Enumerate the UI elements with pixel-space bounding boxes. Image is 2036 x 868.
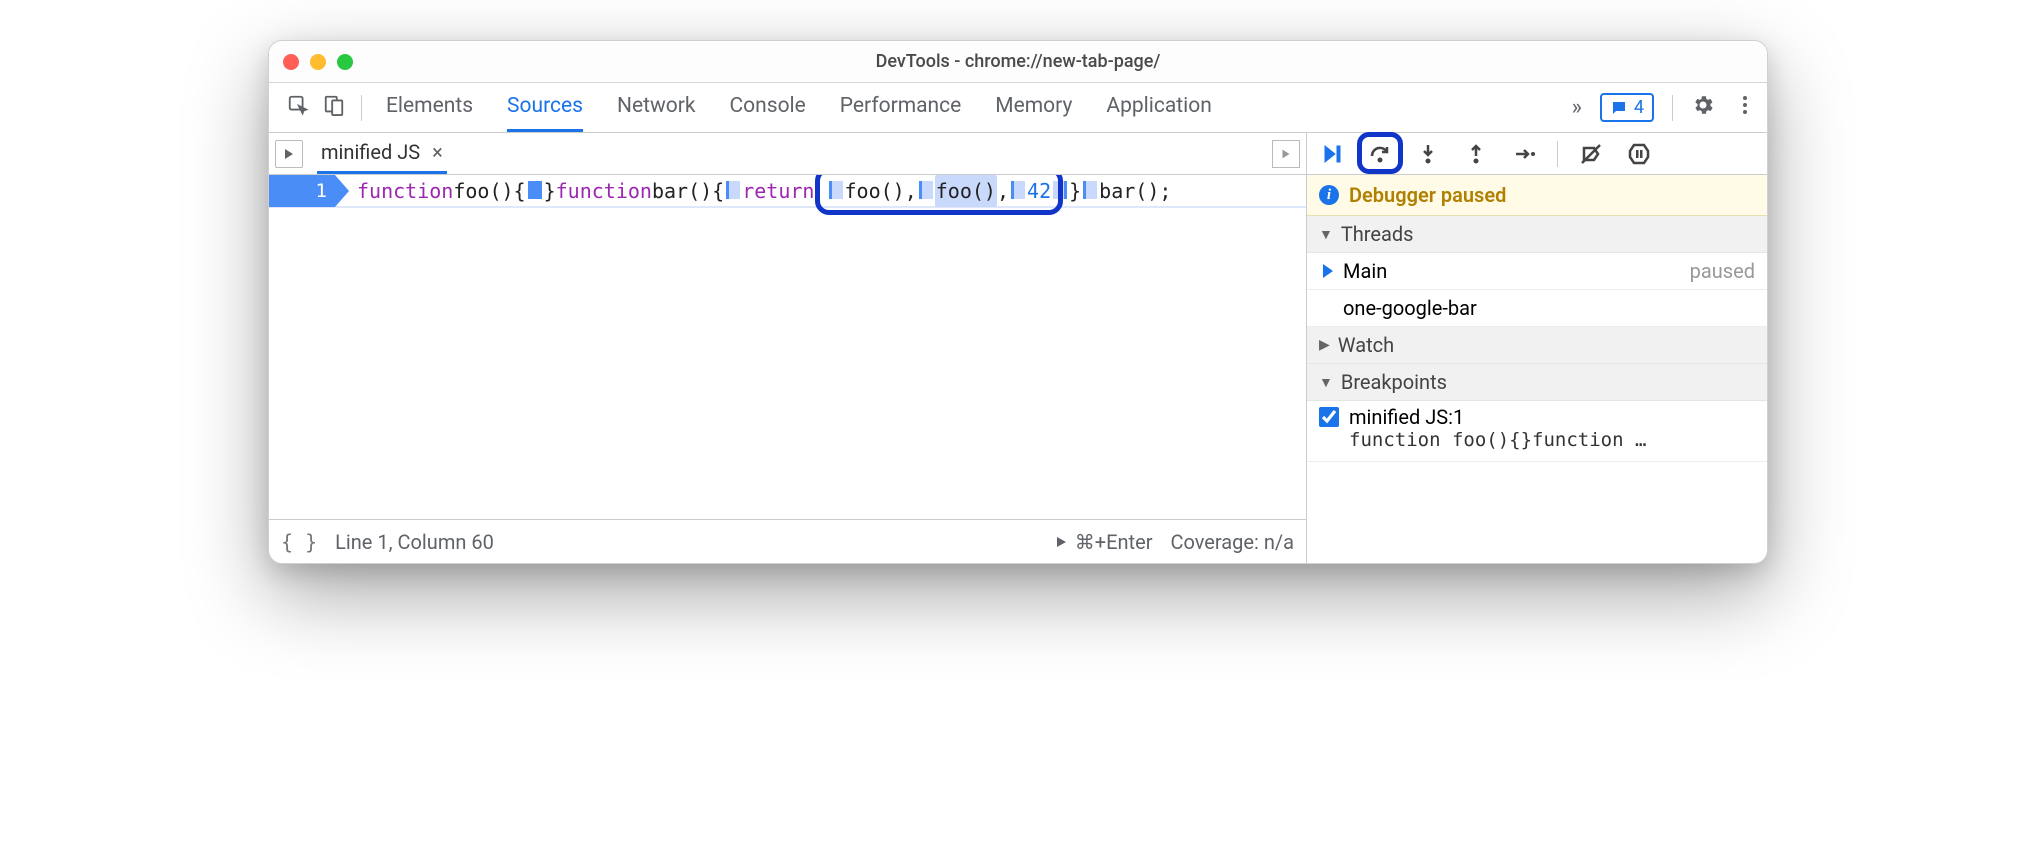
- window-controls: [283, 54, 353, 70]
- line-number[interactable]: 1: [269, 175, 335, 207]
- debugger-panel: i Debugger paused ▼ Threads Main paused …: [1307, 133, 1767, 563]
- tab-performance[interactable]: Performance: [840, 83, 961, 132]
- thread-name: Main: [1343, 259, 1387, 283]
- tab-sources[interactable]: Sources: [507, 83, 583, 132]
- step-marker-icon: [726, 181, 740, 199]
- watch-section-header[interactable]: ▶ Watch: [1307, 327, 1767, 364]
- panel-tabs: Elements Sources Network Console Perform…: [386, 83, 1212, 132]
- inspect-icon[interactable]: [287, 94, 309, 121]
- zoom-window-button[interactable]: [337, 54, 353, 70]
- threads-section-header[interactable]: ▼ Threads: [1307, 216, 1767, 253]
- token-brace: }: [544, 175, 556, 207]
- sources-panel: minified JS × 1 function foo(){}function…: [269, 133, 1307, 563]
- disclosure-triangle-icon: ▼: [1319, 226, 1333, 243]
- issues-count: 4: [1634, 97, 1644, 118]
- debugger-paused-banner: i Debugger paused: [1307, 175, 1767, 216]
- code-line-1: function foo(){}function bar(){return fo…: [357, 175, 1171, 207]
- navigator-toggle-button[interactable]: [275, 140, 303, 168]
- tab-network[interactable]: Network: [617, 83, 696, 132]
- pause-on-exceptions-button[interactable]: [1624, 139, 1654, 169]
- devtools-window: DevTools - chrome://new-tab-page/ Elemen…: [268, 40, 1768, 564]
- breakpoint-snippet: function foo(){}function …: [1319, 429, 1755, 451]
- device-toolbar-icon[interactable]: [323, 94, 345, 121]
- debugger-toolbar: [1307, 133, 1767, 175]
- tab-elements[interactable]: Elements: [386, 83, 473, 132]
- watch-section-label: Watch: [1338, 333, 1394, 357]
- run-hint: ⌘+Enter: [1053, 530, 1153, 554]
- token-comma: ,: [905, 175, 917, 207]
- step-over-button[interactable]: [1365, 139, 1395, 169]
- settings-icon[interactable]: [1691, 93, 1715, 122]
- deactivate-breakpoints-button[interactable]: [1576, 139, 1606, 169]
- token-call-foo: foo(): [935, 175, 997, 207]
- breakpoint-checkbox[interactable]: [1319, 407, 1339, 427]
- thread-status: paused: [1690, 259, 1755, 283]
- token-call-bar: bar();: [1099, 175, 1171, 207]
- token-number: 42: [1027, 175, 1051, 207]
- token-keyword-function: function: [357, 175, 453, 207]
- step-marker-icon: [1053, 181, 1067, 199]
- step-marker-icon: [919, 181, 933, 199]
- code-editor[interactable]: 1 function foo(){}function bar(){return …: [269, 175, 1306, 519]
- threads-section-label: Threads: [1341, 222, 1414, 246]
- tab-application[interactable]: Application: [1106, 83, 1211, 132]
- breakpoint-label: minified JS:1: [1349, 405, 1464, 429]
- disclosure-triangle-icon: ▼: [1319, 374, 1333, 391]
- kebab-menu-icon[interactable]: [1733, 93, 1757, 122]
- pretty-print-button[interactable]: { }: [281, 530, 317, 554]
- close-window-button[interactable]: [283, 54, 299, 70]
- thread-one-google-bar[interactable]: one-google-bar: [1307, 290, 1767, 327]
- more-tabs-button[interactable]: »: [1572, 95, 1582, 120]
- token-keyword-function: function: [556, 175, 652, 207]
- token-call-foo: foo(): [845, 175, 905, 207]
- resume-button[interactable]: [1317, 139, 1347, 169]
- titlebar: DevTools - chrome://new-tab-page/: [269, 41, 1767, 83]
- main-area: minified JS × 1 function foo(){}function…: [269, 133, 1767, 563]
- token-bar-decl: bar(){: [652, 175, 724, 207]
- disclosure-triangle-icon: ▶: [1319, 337, 1330, 353]
- coverage-status[interactable]: Coverage: n/a: [1170, 530, 1294, 554]
- step-marker-icon: [1011, 181, 1025, 199]
- file-tab-minified-js[interactable]: minified JS ×: [317, 133, 447, 174]
- tab-console[interactable]: Console: [729, 83, 805, 132]
- step-marker-icon: [829, 181, 843, 199]
- file-tab-bar: minified JS ×: [269, 133, 1306, 175]
- close-file-tab-button[interactable]: ×: [432, 140, 443, 164]
- step-button[interactable]: [1509, 139, 1539, 169]
- editor-statusbar: { } Line 1, Column 60 ⌘+Enter Coverage: …: [269, 519, 1306, 563]
- thread-main[interactable]: Main paused: [1307, 253, 1767, 290]
- breakpoints-section-label: Breakpoints: [1341, 370, 1447, 394]
- breakpoints-section-header[interactable]: ▼ Breakpoints: [1307, 364, 1767, 401]
- run-hint-label: ⌘+Enter: [1075, 530, 1153, 554]
- token-comma: ,: [997, 175, 1009, 207]
- info-icon: i: [1319, 185, 1339, 205]
- cursor-position: Line 1, Column 60: [335, 530, 494, 554]
- token-brace: }: [1069, 175, 1081, 207]
- token-keyword-return: return: [742, 175, 814, 207]
- minimize-window-button[interactable]: [310, 54, 326, 70]
- thread-name: one-google-bar: [1343, 296, 1477, 320]
- token-foo-decl: foo(){: [453, 175, 525, 207]
- execution-marker-icon: [528, 181, 542, 199]
- main-toolbar: Elements Sources Network Console Perform…: [269, 83, 1767, 133]
- run-snippet-button[interactable]: [1272, 140, 1300, 168]
- window-title: DevTools - chrome://new-tab-page/: [269, 51, 1767, 72]
- tab-memory[interactable]: Memory: [995, 83, 1072, 132]
- file-tab-label: minified JS: [321, 140, 420, 164]
- step-marker-icon: [1083, 181, 1097, 199]
- paused-label: Debugger paused: [1349, 183, 1506, 207]
- issues-button[interactable]: 4: [1600, 93, 1654, 122]
- step-into-button[interactable]: [1413, 139, 1443, 169]
- step-out-button[interactable]: [1461, 139, 1491, 169]
- breakpoint-item[interactable]: minified JS:1 function foo(){}function …: [1307, 401, 1767, 462]
